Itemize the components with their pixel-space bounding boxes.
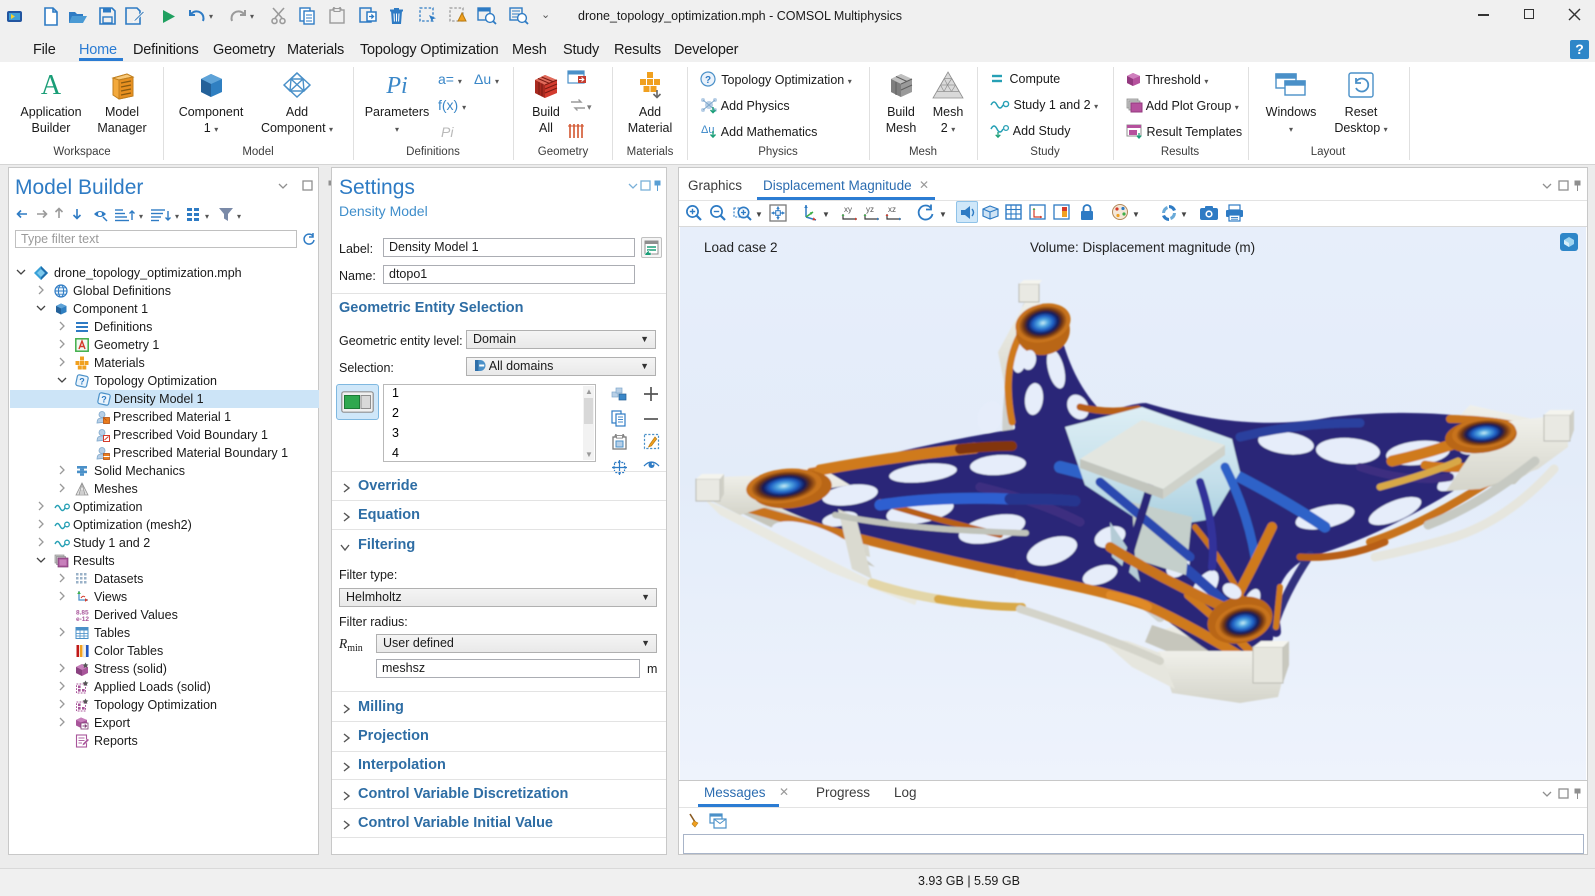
svg-text:yz: yz [866, 205, 874, 214]
svg-text:Pi: Pi [385, 73, 407, 99]
svg-text:▾: ▾ [175, 212, 179, 221]
svg-text:▾: ▾ [205, 212, 209, 221]
svg-text:?: ? [705, 75, 711, 86]
svg-text:?: ? [101, 395, 107, 405]
svg-text:A: A [41, 70, 62, 100]
svg-text:▾: ▾ [587, 102, 592, 112]
svg-text:xz: xz [888, 205, 896, 214]
svg-text:▾: ▾ [237, 212, 241, 221]
svg-text:xy: xy [844, 205, 852, 214]
svg-text:▾: ▾ [139, 212, 143, 221]
svg-text:?: ? [79, 377, 85, 387]
svg-text:e-12: e-12 [76, 616, 89, 622]
